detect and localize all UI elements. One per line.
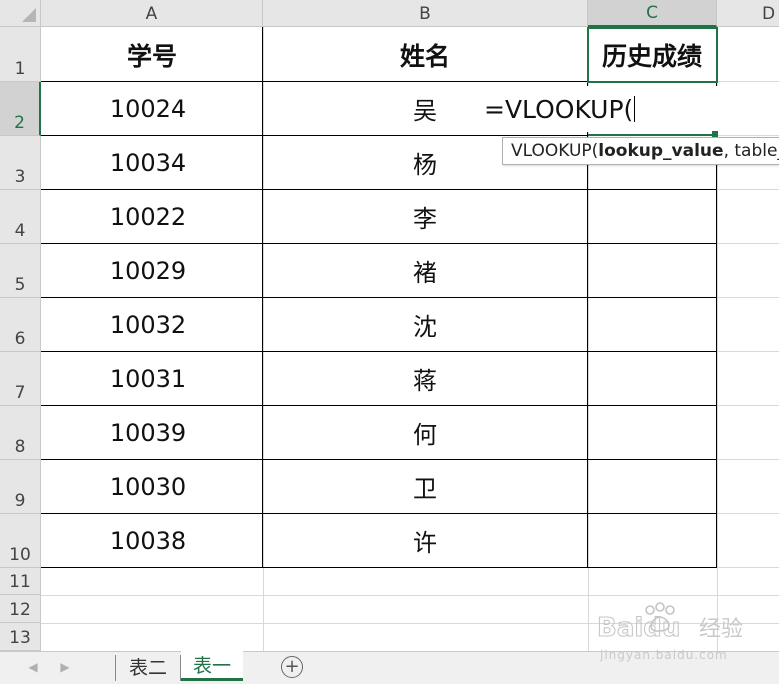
cell-name[interactable]: 褚 [263, 244, 587, 297]
watermark-url: jingyan.baidu.com [600, 648, 728, 662]
row-header-11[interactable]: 11 [0, 568, 41, 595]
cell-id[interactable]: 10030 [42, 460, 254, 513]
cell-id[interactable]: 10032 [42, 298, 254, 351]
row-header-9[interactable]: 9 [0, 460, 41, 514]
function-argument-tooltip[interactable]: VLOOKUP(lookup_value, table_ [502, 137, 779, 165]
header-cell-name[interactable]: 姓名 [263, 28, 587, 81]
row-header-1[interactable]: 1 [0, 27, 41, 82]
tooltip-current-argument: lookup_value [598, 141, 724, 161]
gridline [41, 595, 779, 596]
gridline [717, 567, 779, 568]
cell-name[interactable]: 蒋 [263, 352, 587, 405]
tab-separator [115, 655, 116, 681]
cell-id[interactable]: 10022 [42, 190, 254, 243]
svg-text:经验: 经验 [699, 617, 743, 640]
scroll-tabs-left-icon[interactable]: ◀ [25, 657, 41, 677]
sheet-tab-1-active[interactable]: 表一 [181, 651, 243, 681]
column-header-a[interactable]: A [41, 0, 263, 27]
formula-text: =VLOOKUP( [484, 94, 634, 124]
row-header-13[interactable]: 13 [0, 623, 41, 651]
column-header-c[interactable]: C [588, 0, 717, 27]
cell-name[interactable]: 沈 [263, 298, 587, 351]
gridline [717, 405, 779, 406]
cell-id[interactable]: 10038 [42, 514, 254, 567]
row-header-2[interactable]: 2 [0, 82, 41, 136]
cell-name[interactable]: 许 [263, 514, 587, 567]
row-header-12[interactable]: 12 [0, 595, 41, 623]
cell-editor[interactable]: =VLOOKUP( [478, 86, 718, 132]
row-header-8[interactable]: 8 [0, 406, 41, 460]
editing-cell-underline [588, 134, 717, 136]
plus-circle-icon[interactable]: + [281, 656, 303, 678]
cell-name[interactable]: 卫 [263, 460, 587, 513]
row-header-4[interactable]: 4 [0, 190, 41, 244]
row-header-7[interactable]: 7 [0, 352, 41, 406]
gridline [717, 135, 779, 136]
column-header-b[interactable]: B [263, 0, 588, 27]
gridline [717, 351, 779, 352]
cell-id[interactable]: 10024 [42, 82, 254, 135]
tooltip-remaining-arguments: , table_ [723, 141, 779, 161]
sheet-tab-2[interactable]: 表二 [118, 651, 178, 681]
cell-id[interactable]: 10034 [42, 136, 254, 189]
column-header-d[interactable]: D [717, 0, 779, 27]
row-header-6[interactable]: 6 [0, 298, 41, 352]
gridline [717, 81, 779, 82]
cell-name[interactable]: 李 [263, 190, 587, 243]
gridline [717, 297, 779, 298]
scroll-tabs-right-icon[interactable]: ▶ [57, 657, 73, 677]
gridline [717, 189, 779, 190]
header-cell-id[interactable]: 学号 [42, 28, 262, 81]
select-all-button[interactable] [0, 0, 41, 27]
row-header-5[interactable]: 5 [0, 244, 41, 298]
cell-name[interactable]: 何 [263, 406, 587, 459]
selection-outline [587, 27, 718, 83]
gridline [717, 459, 779, 460]
text-caret [634, 96, 636, 122]
gridline [717, 513, 779, 514]
cell-id[interactable]: 10039 [42, 406, 254, 459]
table-border [41, 567, 717, 568]
tooltip-function-name: VLOOKUP( [511, 141, 599, 161]
cell-id[interactable]: 10029 [42, 244, 254, 297]
svg-text:Baidu: Baidu [597, 613, 680, 640]
row-header-3[interactable]: 3 [0, 136, 41, 190]
gridline [717, 243, 779, 244]
watermark-logo: Baidu 经验 [595, 600, 775, 644]
select-all-icon [22, 8, 36, 22]
row-header-10[interactable]: 10 [0, 514, 41, 568]
cell-id[interactable]: 10031 [42, 352, 254, 405]
